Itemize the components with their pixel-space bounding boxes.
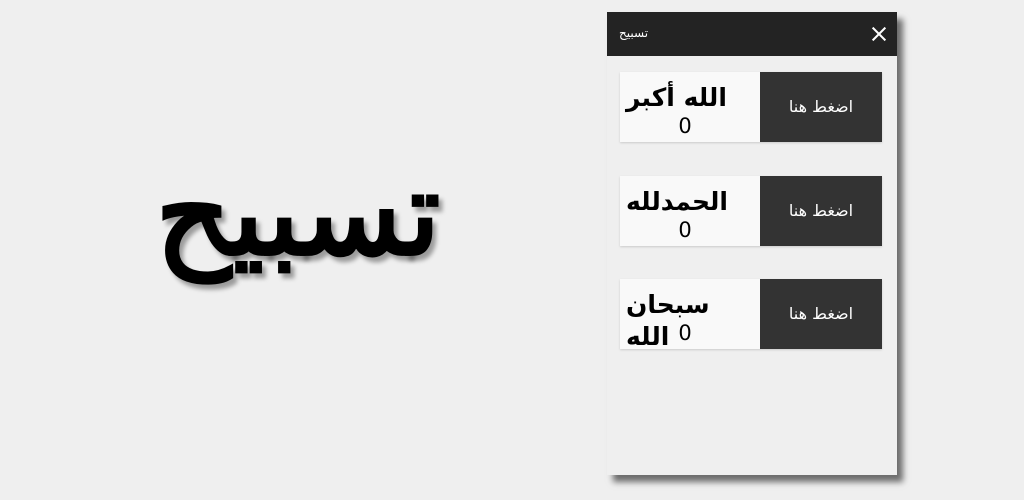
counter-value: 0 bbox=[678, 114, 692, 138]
app-screen: تسبيح الله أكبر 0 اضغط هنا الحمدلله 0 اض… bbox=[607, 12, 897, 475]
counter-label: الحمدلله bbox=[626, 187, 728, 216]
counter-value: 0 bbox=[678, 321, 692, 345]
counter-label: الله أكبر bbox=[626, 83, 727, 112]
counter-info: سبحان الله 0 bbox=[620, 279, 760, 351]
close-icon[interactable] bbox=[867, 22, 891, 46]
promo-banner: تسبيح تسبيح الله أكبر 0 اضغط هنا الحمدلل… bbox=[0, 0, 1024, 500]
counter-info: الحمدلله 0 bbox=[620, 176, 760, 246]
hero-title: تسبيح bbox=[155, 143, 441, 282]
app-bar: تسبيح bbox=[607, 12, 897, 56]
app-title: تسبيح bbox=[619, 26, 649, 40]
counter-value: 0 bbox=[678, 218, 692, 242]
counter-card-takbir: الله أكبر 0 اضغط هنا bbox=[620, 72, 882, 142]
press-button-tasbih[interactable]: اضغط هنا bbox=[760, 279, 882, 349]
press-button-takbir[interactable]: اضغط هنا bbox=[760, 72, 882, 142]
counter-info: الله أكبر 0 bbox=[620, 72, 760, 142]
counter-card-tahmid: الحمدلله 0 اضغط هنا bbox=[620, 176, 882, 246]
counter-card-tasbih: سبحان الله 0 اضغط هنا bbox=[620, 279, 882, 351]
press-button-tahmid[interactable]: اضغط هنا bbox=[760, 176, 882, 246]
